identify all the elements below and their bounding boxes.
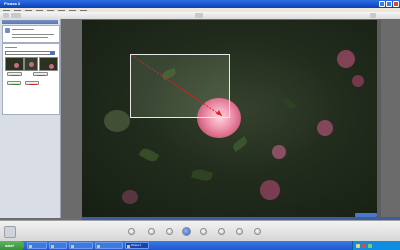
email-icon[interactable] bbox=[200, 228, 207, 235]
taskbar-item-4[interactable] bbox=[95, 242, 123, 249]
arrow-head-icon bbox=[216, 110, 222, 116]
taskbar-item-picasa[interactable]: Picasa 3 bbox=[125, 242, 149, 249]
star-icon[interactable] bbox=[128, 228, 135, 235]
start-button[interactable]: start bbox=[0, 241, 24, 250]
vertical-scrollbar[interactable] bbox=[377, 20, 381, 217]
taskbar-item-1[interactable] bbox=[27, 242, 47, 249]
rotate-right-icon[interactable] bbox=[166, 228, 173, 235]
play-slideshow-icon[interactable] bbox=[182, 227, 191, 236]
crop-drag-line bbox=[130, 54, 223, 117]
hold-photo-icon[interactable] bbox=[4, 226, 16, 238]
taskbar-item-3[interactable] bbox=[69, 242, 93, 249]
rotate-left-icon[interactable] bbox=[148, 228, 155, 235]
tray-icon-2[interactable] bbox=[362, 243, 366, 248]
tray-icon-1[interactable] bbox=[356, 243, 360, 248]
taskbar: start Picasa 3 bbox=[0, 241, 400, 250]
print-icon[interactable] bbox=[218, 228, 225, 235]
tray-icon-3[interactable] bbox=[368, 243, 372, 248]
crop-guide-overlay bbox=[130, 54, 223, 117]
taskbar-item-2[interactable] bbox=[49, 242, 67, 249]
bottom-toolbar bbox=[0, 220, 400, 242]
upload-icon[interactable] bbox=[254, 228, 261, 235]
export-icon[interactable] bbox=[236, 228, 243, 235]
system-tray bbox=[352, 241, 400, 250]
